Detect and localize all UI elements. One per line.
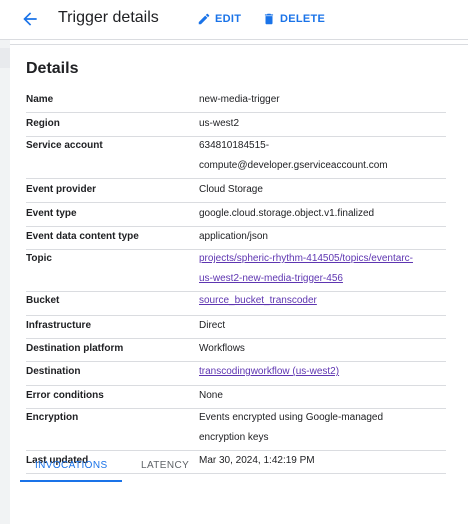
page-title: Trigger details (58, 9, 159, 26)
edit-button[interactable]: EDIT (197, 11, 241, 27)
topic-link[interactable]: us-west2-new-media-trigger-456 (199, 273, 343, 284)
detail-row-error-conditions: Error conditions None (26, 385, 446, 409)
topic-link[interactable]: projects/spheric-rhythm-414505/topics/ev… (199, 253, 413, 264)
row-label: Topic (26, 253, 52, 264)
details-panel: Details Name new-media-trigger Region us… (10, 40, 468, 524)
panel-divider (10, 44, 468, 45)
trash-icon (264, 13, 274, 25)
detail-row-name: Name new-media-trigger (26, 88, 446, 113)
row-value-line: encryption keys (199, 432, 269, 443)
row-value: Direct (199, 320, 226, 331)
detail-row-event-data-content-type: Event data content type application/json (26, 226, 446, 250)
row-value: transcodingworkflow (us-west2) (199, 362, 446, 382)
row-value-line: 634810184515- (199, 140, 270, 151)
detail-row-topic: Topic projects/spheric-rhythm-414505/top… (26, 249, 446, 292)
nav-mark (0, 48, 10, 68)
detail-row-region: Region us-west2 (26, 112, 446, 137)
tab-bar: INVOCATIONS LATENCY (20, 458, 460, 484)
tab-latency[interactable]: LATENCY (141, 458, 189, 482)
row-value: Workflows (199, 343, 245, 354)
back-arrow-icon[interactable] (20, 9, 40, 29)
detail-row-destination: Destination transcodingworkflow (us-west… (26, 361, 446, 386)
detail-row-encryption: Encryption Events encrypted using Google… (26, 408, 446, 451)
row-label: Region (26, 118, 60, 129)
row-label: Event provider (26, 184, 97, 195)
row-value: application/json (199, 231, 268, 242)
pencil-icon (198, 13, 210, 25)
row-label: Infrastructure (26, 320, 92, 331)
row-label: Encryption (26, 412, 79, 423)
row-value-line: compute@developer.gserviceaccount.com (199, 160, 388, 171)
topic-link-line[interactable]: us-west2-new-media-trigger-456 (199, 269, 446, 289)
delete-label: DELETE (280, 13, 326, 25)
row-value: 634810184515- compute@developer.gservice… (199, 136, 446, 176)
row-value: Events encrypted using Google-managed en… (199, 408, 446, 448)
row-value: Cloud Storage (199, 184, 263, 195)
row-value: source_bucket_transcoder (199, 291, 446, 311)
row-label: Error conditions (26, 390, 104, 401)
row-label: Service account (26, 140, 103, 151)
active-tab-indicator (20, 480, 122, 482)
left-nav-strip (0, 40, 10, 524)
row-value: google.cloud.storage.object.v1.finalized (199, 208, 375, 219)
row-value: projects/spheric-rhythm-414505/topics/ev… (199, 249, 446, 289)
detail-row-destination-platform: Destination platform Workflows (26, 338, 446, 362)
destination-link[interactable]: transcodingworkflow (us-west2) (199, 366, 339, 377)
edit-label: EDIT (215, 13, 242, 25)
row-value-line: Events encrypted using Google-managed (199, 412, 384, 423)
row-label: Name (26, 94, 54, 105)
row-value: None (199, 390, 223, 401)
row-label: Destination platform (26, 343, 124, 354)
detail-row-infrastructure: Infrastructure Direct (26, 315, 446, 339)
detail-row-event-provider: Event provider Cloud Storage (26, 178, 446, 203)
tab-invocations[interactable]: INVOCATIONS (35, 458, 108, 482)
detail-row-bucket: Bucket source_bucket_transcoder (26, 291, 446, 316)
row-value: us-west2 (199, 118, 240, 129)
detail-row-event-type: Event type google.cloud.storage.object.v… (26, 202, 446, 227)
row-label: Event type (26, 208, 77, 219)
delete-button[interactable]: DELETE (262, 11, 325, 27)
row-label: Destination (26, 366, 81, 377)
detail-row-service-account: Service account 634810184515- compute@de… (26, 136, 446, 179)
row-value: new-media-trigger (199, 94, 280, 105)
row-label: Bucket (26, 295, 60, 306)
bucket-link[interactable]: source_bucket_transcoder (199, 295, 317, 306)
row-label: Event data content type (26, 231, 139, 242)
topic-link-line[interactable]: projects/spheric-rhythm-414505/topics/ev… (199, 249, 446, 269)
top-bar: Trigger details EDIT DELETE (0, 0, 468, 40)
details-heading: Details (26, 60, 79, 77)
